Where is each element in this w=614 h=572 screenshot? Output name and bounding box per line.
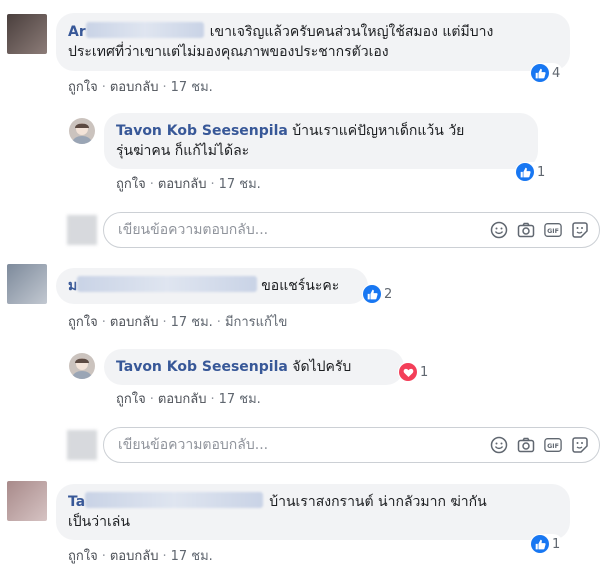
reaction-count[interactable]: 4 [530, 63, 564, 83]
comment-author-name[interactable]: ม [68, 278, 77, 294]
comment-bubble: Ta บ้านเราสงกรานต์ น่ากลัวมาก ฆ่ากัน เป็น… [56, 484, 570, 540]
reply-button[interactable]: ตอบกลับ [110, 315, 159, 330]
reaction-count[interactable]: 2 [362, 284, 396, 304]
emoji-icon[interactable] [490, 221, 508, 239]
timestamp[interactable]: 17 ชม. [219, 392, 261, 407]
comment-text: ประเทศที่ว่าเขาแต่ไม่มองคุณภาพของประชากร… [68, 44, 389, 60]
sticker-icon[interactable] [571, 221, 589, 239]
sticker-icon[interactable] [571, 436, 589, 454]
like-button[interactable]: ถูกใจ [116, 177, 146, 192]
comment-text: เขาเจริญแล้วครับคนส่วนใหญ่ใช้สมอง แต่มีบ… [209, 24, 494, 40]
comment-avatar[interactable] [7, 481, 47, 521]
comment-avatar[interactable] [7, 14, 47, 54]
reaction-count[interactable]: 1 [398, 362, 432, 382]
camera-icon[interactable] [517, 436, 535, 454]
gif-icon[interactable]: GIF [544, 221, 562, 239]
gif-icon[interactable]: GIF [544, 436, 562, 454]
like-icon [531, 64, 549, 82]
comment-author-name[interactable]: Ar [68, 24, 86, 40]
gif-label: GIF [547, 443, 559, 450]
current-user-avatar [67, 430, 97, 460]
reaction-count[interactable]: 1 [530, 534, 564, 554]
reaction-count[interactable]: 1 [515, 162, 549, 182]
gif-label: GIF [547, 228, 559, 235]
reply-actions: ถูกใจ · ตอบกลับ · 17 ชม. [116, 177, 261, 192]
reply-composer[interactable]: GIF [103, 427, 600, 463]
reply-button[interactable]: ตอบกลับ [110, 549, 159, 564]
reaction-count-value: 1 [537, 164, 546, 180]
reply-button[interactable]: ตอบกลับ [110, 80, 159, 95]
timestamp[interactable]: 17 ชม. [219, 177, 261, 192]
like-button[interactable]: ถูกใจ [116, 392, 146, 407]
reply-avatar[interactable] [69, 353, 95, 379]
reply-text: จัดไปครับ [292, 359, 352, 375]
composer-tools: GIF [490, 221, 589, 239]
reply-button[interactable]: ตอบกลับ [158, 392, 207, 407]
reply-button[interactable]: ตอบกลับ [158, 177, 207, 192]
current-user-avatar [67, 215, 97, 245]
camera-icon[interactable] [517, 221, 535, 239]
reaction-count-value: 2 [384, 286, 393, 302]
reaction-count-value: 1 [552, 536, 561, 552]
timestamp[interactable]: 17 ชม. [171, 549, 213, 564]
like-icon [531, 535, 549, 553]
reply-author-name[interactable]: Tavon Kob Seesenpila [116, 123, 288, 139]
redacted-name [85, 492, 264, 508]
comment-text: เป็นว่าเล่น [68, 514, 130, 530]
composer-tools: GIF [490, 436, 589, 454]
comment-actions: ถูกใจ · ตอบกลับ · 17 ชม. · มีการแก้ไข [68, 315, 288, 330]
love-icon [399, 363, 417, 381]
like-button[interactable]: ถูกใจ [68, 549, 98, 564]
timestamp[interactable]: 17 ชม. [171, 315, 213, 330]
reply-text: รุ่นฆ่าคน ก็แก้ไม่ได้ละ [116, 143, 250, 159]
like-button[interactable]: ถูกใจ [68, 315, 98, 330]
like-icon [363, 285, 381, 303]
emoji-icon[interactable] [490, 436, 508, 454]
timestamp[interactable]: 17 ชม. [171, 80, 213, 95]
reply-input[interactable] [116, 221, 450, 239]
like-icon [516, 163, 534, 181]
reply-bubble: Tavon Kob Seesenpila บ้านเราแค่ปัญหาเด็ก… [104, 113, 538, 169]
comment-text: ขอแชร์นะคะ [261, 278, 340, 294]
comment-bubble: ม ขอแชร์นะคะ [56, 268, 368, 304]
redacted-name [85, 22, 204, 38]
reaction-count-value: 1 [420, 364, 429, 380]
reply-bubble: Tavon Kob Seesenpila จัดไปครับ [104, 349, 404, 385]
reply-input[interactable] [116, 436, 450, 454]
comment-text: บ้านเราสงกรานต์ น่ากลัวมาก ฆ่ากัน [269, 494, 487, 510]
comment-author-name[interactable]: Ta [68, 494, 85, 510]
comment-actions: ถูกใจ · ตอบกลับ · 17 ชม. [68, 549, 213, 564]
reply-text: บ้านเราแค่ปัญหาเด็กแว้น วัย [292, 123, 465, 139]
edited-label[interactable]: มีการแก้ไข [225, 315, 287, 330]
comment-bubble: Ar เขาเจริญแล้วครับคนส่วนใหญ่ใช้สมอง แต่ม… [56, 13, 570, 71]
reply-actions: ถูกใจ · ตอบกลับ · 17 ชม. [116, 392, 261, 407]
reply-avatar[interactable] [69, 118, 95, 144]
like-button[interactable]: ถูกใจ [68, 80, 98, 95]
reply-author-name[interactable]: Tavon Kob Seesenpila [116, 359, 288, 375]
comment-actions: ถูกใจ · ตอบกลับ · 17 ชม. [68, 80, 213, 95]
reply-composer[interactable]: GIF [103, 212, 600, 248]
reaction-count-value: 4 [552, 65, 561, 81]
comment-avatar[interactable] [7, 264, 47, 304]
redacted-name [77, 276, 258, 292]
